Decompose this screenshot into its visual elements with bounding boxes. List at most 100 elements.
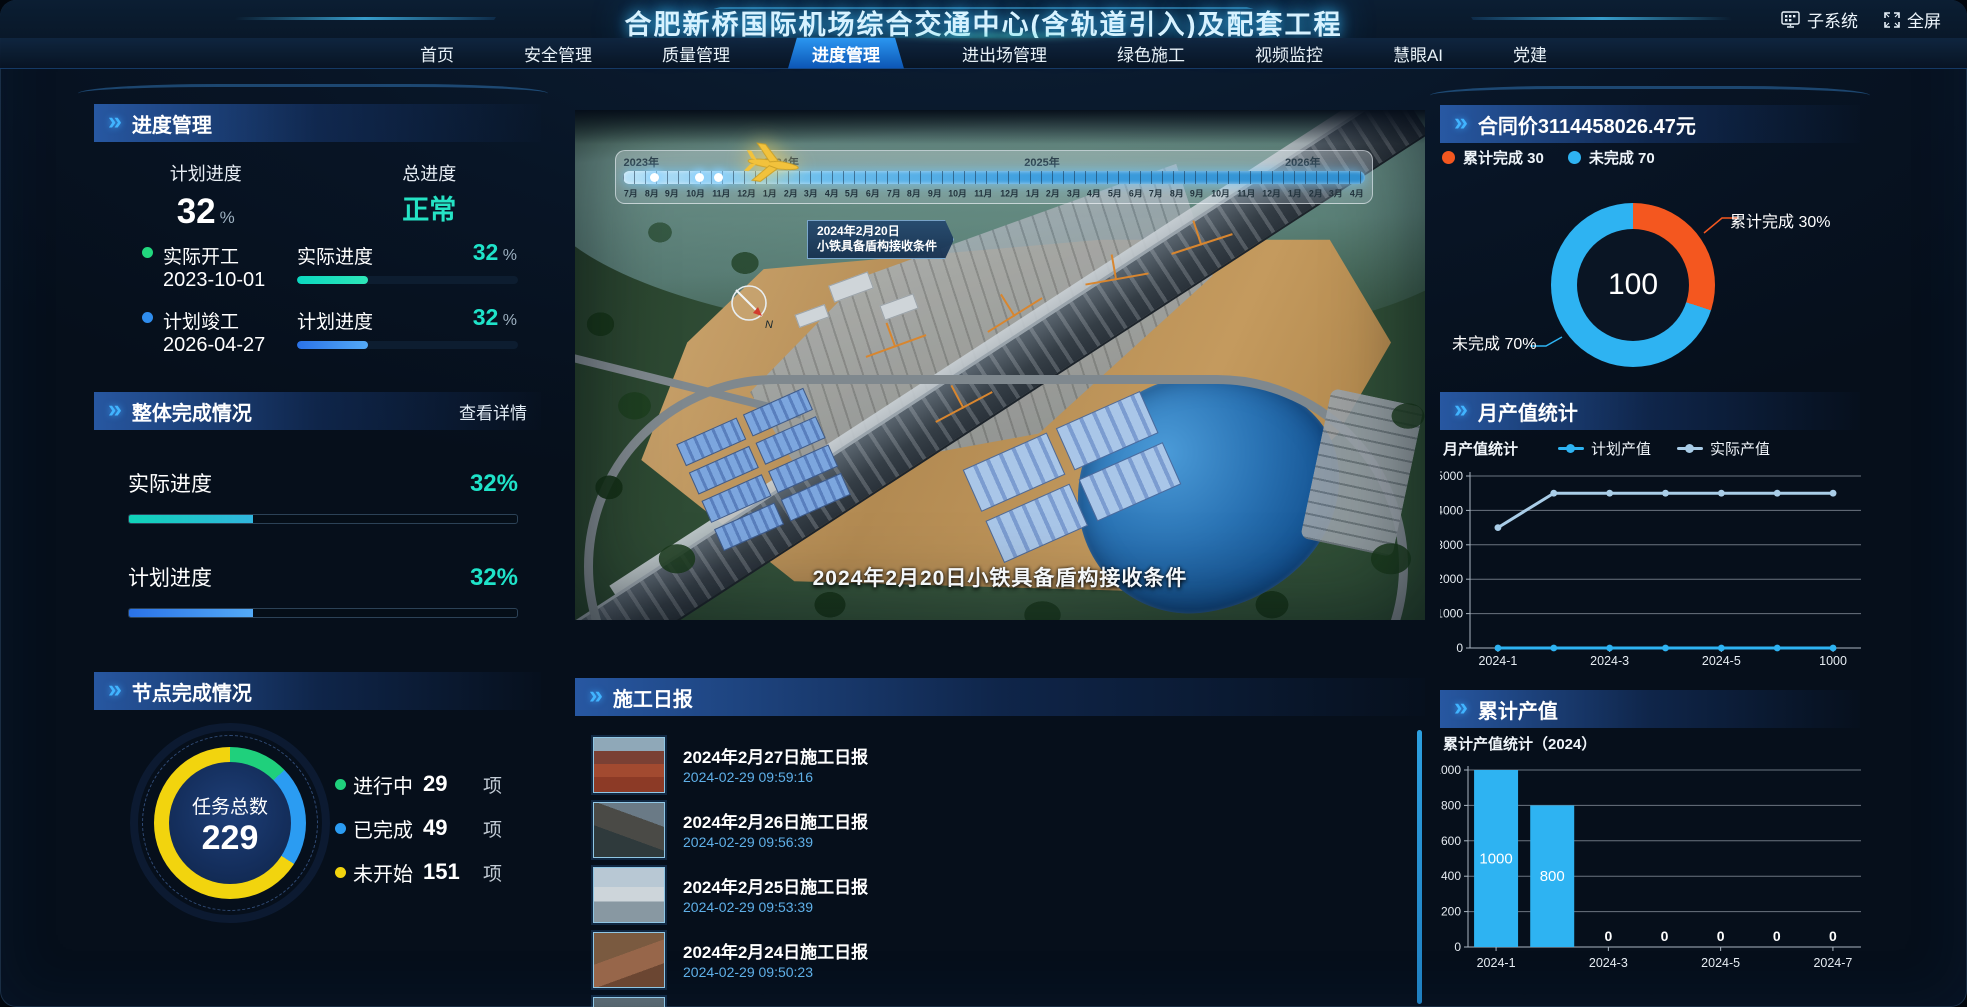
nav-bar: 首页 安全管理 质量管理 进度管理 进出场管理 绿色施工 视频监控 慧眼AI 党建 (0, 38, 1967, 69)
svg-text:0: 0 (1829, 928, 1837, 944)
monthly-chart-legend: 月产值统计 计划产值实际产值 (1443, 438, 1863, 459)
overall-progress-row: 计划进度32% (128, 562, 518, 618)
daily-report-item[interactable]: 2024年2月27日施工日报2024-02-29 09:59:16 (575, 737, 1425, 793)
cumulative-chart-title: 累计产值统计（2024） (1443, 733, 1596, 754)
milestone-marker (650, 173, 659, 182)
svg-text:2024-5: 2024-5 (1702, 654, 1741, 668)
node-legend: 进行中29项已完成49项未开始151项 (335, 771, 502, 903)
timeline-month: 10月 (1211, 186, 1230, 199)
fullscreen-button[interactable]: 全屏 (1884, 7, 1941, 32)
timeline-month: 6月 (1128, 186, 1142, 199)
daily-report-item[interactable]: 2024年2月26日施工日报2024-02-29 09:56:39 (575, 802, 1425, 858)
tab-安全管理[interactable]: 安全管理 (512, 38, 604, 69)
timeline-month: 4月 (1350, 186, 1364, 199)
tab-党建[interactable]: 党建 (1501, 38, 1559, 69)
subsystem-button[interactable]: 子系统 (1781, 7, 1858, 32)
svg-text:0: 0 (1604, 928, 1612, 944)
timeline-year: 2026年 (1285, 154, 1320, 170)
chevron-icon: » (1454, 397, 1468, 422)
tab-绿色施工[interactable]: 绿色施工 (1105, 38, 1197, 69)
bar-chart-svg: 020040060080010001000800000002024-12024-… (1440, 755, 1864, 975)
legend-dot (335, 823, 346, 834)
legend-dot (1442, 151, 1455, 164)
fullscreen-label: 全屏 (1907, 7, 1941, 32)
timeline-month: 4月 (825, 186, 839, 199)
timeline-month: 10月 (948, 186, 967, 199)
panel-title: 月产值统计 (1478, 397, 1578, 426)
timeline-month: 9月 (665, 186, 679, 199)
svg-text:5000: 5000 (1440, 469, 1463, 483)
monitor-grid-icon (1781, 11, 1800, 28)
tab-进度管理[interactable]: 进度管理 (788, 38, 904, 69)
tab-首页[interactable]: 首页 (408, 38, 466, 69)
panel-title: 节点完成情况 (132, 677, 252, 706)
page-title: 合肥新桥国际机场综合交通中心(含轨道引入)及配套工程 (0, 3, 1967, 42)
line-chart-svg: 0100020003000400050002024-12024-32024-51… (1440, 462, 1864, 670)
overall-progress-row: 实际进度32% (128, 468, 518, 524)
tab-慧眼AI[interactable]: 慧眼AI (1381, 38, 1455, 69)
overall-progress-rows: 实际进度32% 计划进度32% (128, 468, 518, 618)
scrollbar[interactable] (1417, 730, 1422, 1004)
report-timestamp: 2024-02-29 09:50:23 (683, 964, 813, 980)
milestone-dot (142, 247, 153, 258)
task-total-label: 任务总数 (192, 792, 268, 819)
timeline-month: 11月 (1237, 186, 1255, 199)
timeline-month: 1月 (1288, 186, 1302, 199)
svg-text:2024-5: 2024-5 (1701, 956, 1740, 970)
panel-header-node: » 节点完成情况 (94, 672, 541, 710)
top-shade (575, 110, 1425, 144)
overall-progress-label: 计划进度 (128, 562, 212, 592)
tab-进出场管理[interactable]: 进出场管理 (950, 38, 1059, 69)
daily-report-item[interactable]: 2024年2月24日施工日报2024-02-29 09:50:23 (575, 932, 1425, 988)
milestone-row: 实际开工2023-10-01实际进度32 % (94, 238, 541, 303)
svg-text:0: 0 (1773, 928, 1781, 944)
tab-视频监控[interactable]: 视频监控 (1243, 38, 1335, 69)
legend-dot (1568, 151, 1581, 164)
svg-text:2000: 2000 (1440, 572, 1463, 586)
daily-report-item[interactable]: 2024年2月25日施工日报2024-02-29 09:53:39 (575, 867, 1425, 923)
timeline-month: 8月 (1169, 186, 1183, 199)
legend-item: 未完成 70 (1568, 147, 1655, 168)
timeline-month: 7月 (886, 186, 900, 199)
milestone-progress-track (297, 341, 518, 349)
report-title: 2024年2月26日施工日报 (683, 808, 868, 833)
cumulative-bar-chart: 020040060080010001000800000002024-12024-… (1440, 755, 1864, 975)
report-timestamp: 2024-02-29 09:53:39 (683, 899, 813, 915)
overall-progress-track (128, 514, 518, 524)
legend-label: 进行中 (353, 770, 423, 799)
timeline-year: 2025年 (1024, 154, 1059, 170)
tab-质量管理[interactable]: 质量管理 (650, 38, 742, 69)
report-thumbnail (593, 737, 665, 793)
milestone-progress-track (297, 276, 518, 284)
timeline-month: 12月 (1000, 186, 1019, 199)
milestone-date: 2023-10-01 (163, 269, 265, 292)
legend-label: 已完成 (353, 814, 423, 843)
timeline-month: 8月 (907, 186, 921, 199)
monthly-chart-label: 月产值统计 (1443, 438, 1518, 459)
milestone-progress-fill (297, 276, 368, 284)
legend-unit: 项 (483, 771, 502, 798)
legend-unit: 项 (483, 859, 502, 886)
svg-text:0: 0 (1717, 928, 1725, 944)
timeline-month: 5月 (845, 186, 859, 199)
timeline-month: 11月 (712, 186, 730, 199)
timeline-month: 5月 (1108, 186, 1122, 199)
milestone-label: 计划竣工 (163, 307, 239, 334)
dashboard: 合肥新桥国际机场综合交通中心(含轨道引入)及配套工程 子系统 全屏 首页 安全管理… (0, 0, 1967, 1007)
timeline-track[interactable] (623, 171, 1365, 184)
legend-item: 进行中29项 (335, 771, 502, 797)
timeline-tooltip: 2024年2月20日 小铁具备盾构接收条件 (807, 220, 954, 259)
compass-icon: N (723, 278, 777, 337)
timeline-month: 3月 (1067, 186, 1081, 199)
svg-text:200: 200 (1441, 905, 1461, 919)
milestone-progress-label: 实际进度 (297, 242, 373, 269)
svg-text:400: 400 (1441, 869, 1461, 883)
tooltip-text: 小铁具备盾构接收条件 (817, 239, 937, 254)
panel-header-progress: » 进度管理 (94, 104, 541, 142)
progress-stats: 计划进度 32% 总进度 正常 (94, 160, 541, 229)
chevron-icon: » (108, 397, 122, 422)
timeline-month: 9月 (928, 186, 942, 199)
view-details-link[interactable]: 查看详情 (459, 399, 527, 424)
plan-progress-value: 32% (94, 194, 318, 229)
svg-text:2024-1: 2024-1 (1478, 654, 1517, 668)
